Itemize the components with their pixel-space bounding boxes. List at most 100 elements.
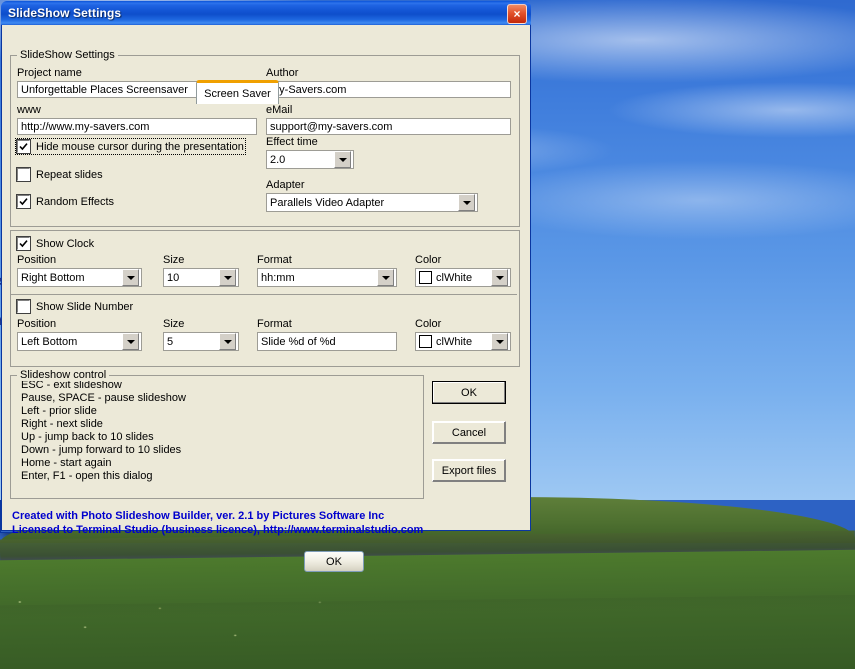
effect-time-field: Effect time 2.0	[266, 136, 354, 169]
effect-time-label: Effect time	[266, 136, 318, 148]
author-field: Author My-Savers.com	[266, 67, 511, 98]
checkmark-icon	[19, 240, 28, 248]
clock-color-value: clWhite	[436, 271, 473, 284]
clock-position-select[interactable]: Right Bottom	[17, 268, 142, 287]
chevron-down-icon[interactable]	[491, 269, 508, 286]
show-clock-checkbox-row[interactable]: Show Clock	[16, 236, 95, 251]
clock-format-field: Format hh:mm	[257, 254, 397, 287]
slide-number-size-label: Size	[163, 318, 185, 330]
effect-time-value: 2.0	[270, 153, 286, 166]
slide-number-color-field: Color clWhite	[415, 318, 511, 351]
slideshow-titlebar[interactable]: SlideShow Settings ×	[1, 1, 531, 25]
chevron-down-icon[interactable]	[219, 333, 236, 350]
chevron-down-icon[interactable]	[219, 269, 236, 286]
chevron-down-icon[interactable]	[122, 333, 139, 350]
slideshow-export-files-button[interactable]: Export files	[432, 459, 506, 482]
show-clock-label: Show Clock	[36, 237, 95, 250]
slideshow-footer: Created with Photo Slideshow Builder, ve…	[12, 509, 423, 537]
adapter-label: Adapter	[266, 179, 305, 191]
slideshow-titlebar-buttons: ×	[507, 4, 527, 24]
checkmark-icon	[19, 143, 28, 151]
slide-number-position-value: Left Bottom	[21, 335, 78, 348]
hide-cursor-label: Hide mouse cursor during the presentatio…	[36, 140, 244, 153]
slide-number-color-value: clWhite	[436, 335, 473, 348]
effect-time-select[interactable]: 2.0	[266, 150, 354, 169]
control-line: Enter, F1 - open this dialog	[21, 470, 153, 482]
project-name-label: Project name	[17, 67, 82, 79]
footer-line-2: Licensed to Terminal Studio (business li…	[12, 524, 424, 536]
clock-size-label: Size	[163, 254, 185, 266]
hide-cursor-checkbox-row[interactable]: Hide mouse cursor during the presentatio…	[15, 138, 246, 155]
control-line: Home - start again	[21, 457, 112, 469]
repeat-slides-label: Repeat slides	[36, 168, 103, 181]
slideshow-control-group-label: Slideshow control	[17, 369, 110, 381]
email-input[interactable]: support@my-savers.com	[266, 118, 511, 135]
email-label: eMail	[266, 104, 293, 116]
clock-color-swatch	[419, 271, 432, 284]
clock-format-value: hh:mm	[261, 271, 295, 284]
clock-format-select[interactable]: hh:mm	[257, 268, 397, 287]
display-properties-ok-button[interactable]: OK	[304, 551, 364, 572]
author-label: Author	[266, 67, 299, 79]
chevron-down-icon[interactable]	[491, 333, 508, 350]
chevron-down-icon[interactable]	[334, 151, 351, 168]
www-input[interactable]: http://www.my-savers.com	[17, 118, 257, 135]
random-effects-label: Random Effects	[36, 195, 115, 208]
slideshow-close-button[interactable]: ×	[507, 4, 527, 24]
author-input[interactable]: My-Savers.com	[266, 81, 511, 98]
clock-position-field: Position Right Bottom	[17, 254, 142, 287]
slide-number-format-input[interactable]: Slide %d of %d	[257, 332, 397, 351]
slide-number-color-swatch	[419, 335, 432, 348]
show-clock-checkbox[interactable]	[16, 236, 31, 251]
slideshow-settings-group-label: SlideShow Settings	[17, 49, 118, 61]
chevron-down-icon[interactable]	[458, 194, 475, 211]
show-slide-number-label: Show Slide Number	[36, 300, 134, 313]
adapter-field: Adapter Parallels Video Adapter	[266, 179, 478, 212]
clock-position-label: Position	[17, 254, 57, 266]
clock-size-field: Size 10	[163, 254, 239, 287]
www-field: www http://www.my-savers.com	[17, 104, 257, 135]
tab-screen-saver[interactable]: Screen Saver	[196, 80, 279, 104]
slideshow-control-list: ESC - exit slideshow Pause, SPACE - paus…	[11, 376, 423, 483]
www-label: www	[17, 104, 41, 116]
clock-and-slide-number-panel: Show Clock Position Right Bottom Size 10…	[10, 230, 520, 367]
random-effects-checkbox-row[interactable]: Random Effects	[16, 194, 115, 209]
clock-size-value: 10	[167, 271, 180, 284]
clock-color-label: Color	[415, 254, 442, 266]
adapter-select[interactable]: Parallels Video Adapter	[266, 193, 478, 212]
show-slide-number-checkbox-row[interactable]: Show Slide Number	[16, 299, 134, 314]
slide-number-format-field: Format Slide %d of %d	[257, 318, 397, 351]
show-slide-number-checkbox[interactable]	[16, 299, 31, 314]
random-effects-checkbox[interactable]	[16, 194, 31, 209]
slide-number-color-select[interactable]: clWhite	[415, 332, 511, 351]
clock-format-label: Format	[257, 254, 292, 266]
control-line: Right - next slide	[21, 418, 103, 430]
clock-position-value: Right Bottom	[21, 271, 85, 284]
slide-number-color-label: Color	[415, 318, 442, 330]
repeat-slides-checkbox[interactable]	[16, 167, 31, 182]
control-line: Up - jump back to 10 slides	[21, 431, 154, 443]
chevron-down-icon[interactable]	[377, 269, 394, 286]
checkmark-icon	[19, 198, 28, 206]
clock-size-select[interactable]: 10	[163, 268, 239, 287]
control-line: Down - jump forward to 10 slides	[21, 444, 182, 456]
clock-color-select[interactable]: clWhite	[415, 268, 511, 287]
slide-number-position-field: Position Left Bottom	[17, 318, 142, 351]
slide-number-position-select[interactable]: Left Bottom	[17, 332, 142, 351]
slideshow-ok-button[interactable]: OK	[432, 381, 506, 404]
email-field: eMail support@my-savers.com	[266, 104, 511, 135]
slideshow-control-group: Slideshow control ESC - exit slideshow P…	[10, 369, 424, 499]
adapter-value: Parallels Video Adapter	[270, 196, 385, 209]
repeat-slides-checkbox-row[interactable]: Repeat slides	[16, 167, 103, 182]
slideshow-cancel-button[interactable]: Cancel	[432, 421, 506, 444]
slide-number-format-label: Format	[257, 318, 292, 330]
slide-number-size-select[interactable]: 5	[163, 332, 239, 351]
slide-number-position-label: Position	[17, 318, 57, 330]
panel-divider	[11, 294, 517, 295]
footer-line-1: Created with Photo Slideshow Builder, ve…	[12, 510, 385, 522]
slide-number-size-field: Size 5	[163, 318, 239, 351]
hide-cursor-checkbox[interactable]	[16, 139, 31, 154]
clock-color-field: Color clWhite	[415, 254, 511, 287]
chevron-down-icon[interactable]	[122, 269, 139, 286]
slideshow-title: SlideShow Settings	[8, 6, 122, 20]
